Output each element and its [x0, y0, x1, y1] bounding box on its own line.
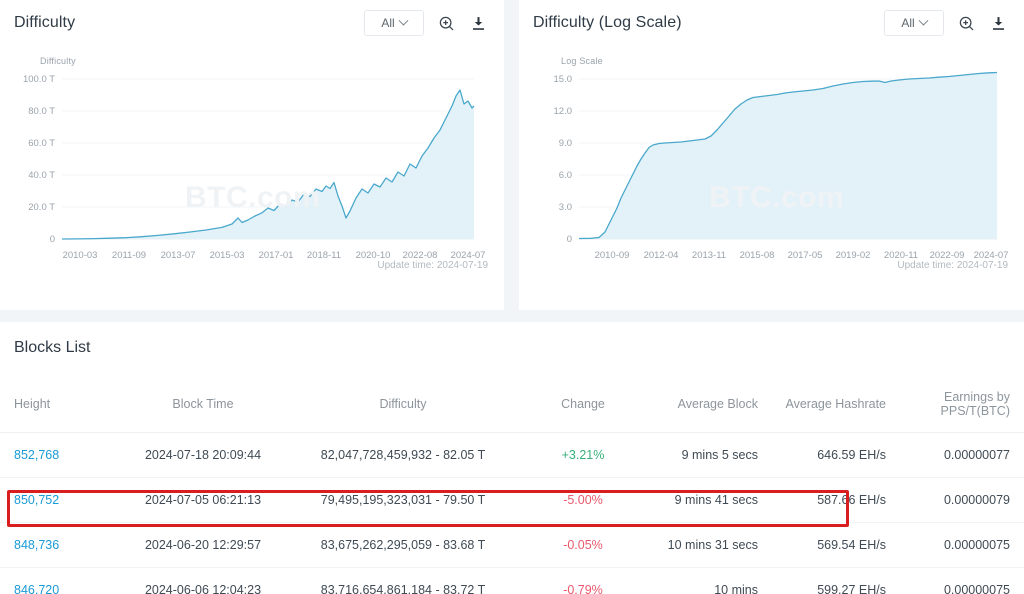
- update-time: Update time: 2024-07-19: [377, 260, 488, 271]
- download-icon[interactable]: [468, 13, 488, 33]
- svg-text:2013-11: 2013-11: [692, 250, 726, 261]
- earnings-cell: 0.00000075: [886, 522, 1024, 568]
- svg-text:2019-02: 2019-02: [836, 250, 871, 261]
- block-height-link[interactable]: 850,752: [14, 493, 59, 507]
- svg-text:2010-09: 2010-09: [595, 250, 630, 261]
- chart-header: Difficulty All: [0, 0, 504, 46]
- earnings-cell: 0.00000077: [886, 432, 1024, 478]
- svg-text:2010-03: 2010-03: [63, 250, 98, 261]
- average-hashrate-cell: 569.54 EH/s: [758, 522, 886, 568]
- column-header-height: Height: [0, 378, 128, 433]
- chevron-down-icon: [918, 15, 929, 26]
- block-height-link[interactable]: 852,768: [14, 448, 59, 462]
- average-hashrate-cell: 587.66 EH/s: [758, 477, 886, 523]
- difficulty-log-chart-card: Difficulty (Log Scale) All Log Scale BTC…: [519, 0, 1024, 310]
- change-cell: -0.79%: [563, 583, 603, 594]
- change-cell: -5.00%: [528, 477, 638, 523]
- chart-header-log: Difficulty (Log Scale) All: [519, 0, 1024, 46]
- svg-text:2015-08: 2015-08: [740, 250, 775, 261]
- table-row[interactable]: 848,736 2024-06-20 12:29:57 83,675,262,2…: [0, 522, 1024, 568]
- table-row[interactable]: 850,752 2024-07-05 06:21:13 79,495,195,3…: [0, 477, 1024, 523]
- column-header-average-hashrate: Average Hashrate: [758, 378, 886, 433]
- svg-text:2011-09: 2011-09: [112, 250, 146, 261]
- blocks-list-title: Blocks List: [14, 339, 91, 356]
- table-row[interactable]: 846,720 2024-06-06 12:04:23 83,716,654,8…: [0, 568, 1024, 594]
- earnings-cell: 0.00000075: [943, 583, 1010, 594]
- zoom-in-icon[interactable]: [956, 13, 976, 33]
- range-select-all[interactable]: All: [364, 10, 424, 36]
- difficulty-chart-svg: 100.0 T 80.0 T 60.0 T 40.0 T 20.0 T 0 20…: [23, 74, 485, 261]
- chevron-down-icon: [398, 15, 409, 26]
- svg-text:6.0: 6.0: [559, 170, 572, 181]
- column-header-average-block: Average Block: [638, 378, 758, 433]
- chart-toolbar-log: All: [884, 10, 1008, 36]
- svg-text:3.0: 3.0: [559, 202, 572, 213]
- svg-text:2018-11: 2018-11: [307, 250, 341, 261]
- average-block-cell: 9 mins 5 secs: [638, 432, 758, 478]
- earnings-cell: 0.00000079: [886, 477, 1024, 523]
- range-select-all-log[interactable]: All: [884, 10, 944, 36]
- difficulty-cell: 83,675,262,295,059 - 83.68 T: [278, 522, 528, 568]
- difficulty-cell: 83,716,654,861,184 - 83.72 T: [320, 583, 486, 594]
- svg-text:2013-07: 2013-07: [161, 250, 196, 261]
- block-time-cell: 2024-06-06 12:04:23: [144, 583, 262, 594]
- svg-text:80.0 T: 80.0 T: [28, 106, 55, 117]
- difficulty-cell: 82,047,728,459,932 - 82.05 T: [278, 432, 528, 478]
- y-axis-title: Difficulty: [40, 56, 76, 66]
- change-cell: +3.21%: [528, 432, 638, 478]
- svg-text:0: 0: [50, 234, 55, 245]
- difficulty-plot: Difficulty BTC.com 100.0 T 80.0 T 60.0 T…: [0, 46, 504, 281]
- average-block-cell: 9 mins 41 secs: [638, 477, 758, 523]
- column-header-earnings: Earnings by PPS/T(BTC): [886, 378, 1024, 433]
- blocks-list-card: Blocks List Height Block Time Difficulty…: [0, 322, 1024, 594]
- average-block-cell: 10 mins: [714, 583, 758, 594]
- svg-text:60.0 T: 60.0 T: [28, 138, 55, 149]
- svg-text:20.0 T: 20.0 T: [28, 202, 55, 213]
- average-hashrate-cell: 599.27 EH/s: [817, 583, 886, 594]
- table-row[interactable]: 852,768 2024-07-18 20:09:44 82,047,728,4…: [0, 432, 1024, 478]
- y-axis-title-log: Log Scale: [561, 56, 603, 66]
- svg-text:15.0: 15.0: [554, 74, 573, 85]
- column-header-difficulty: Difficulty: [278, 378, 528, 433]
- zoom-in-icon[interactable]: [436, 13, 456, 33]
- svg-text:2017-01: 2017-01: [259, 250, 294, 261]
- update-time-log: Update time: 2024-07-19: [897, 260, 1008, 271]
- difficulty-chart-card: Difficulty All Difficulty BTC.com 100.0 …: [0, 0, 504, 310]
- svg-text:2017-05: 2017-05: [788, 250, 823, 261]
- svg-text:100.0 T: 100.0 T: [23, 74, 55, 85]
- svg-text:12.0: 12.0: [554, 106, 573, 117]
- page-title-log: Difficulty (Log Scale): [533, 14, 682, 31]
- page-title: Difficulty: [14, 14, 76, 31]
- svg-text:2015-03: 2015-03: [210, 250, 245, 261]
- svg-text:2012-04: 2012-04: [644, 250, 679, 261]
- block-time-cell: 2024-07-05 06:21:13: [128, 477, 278, 523]
- table-header-row: Height Block Time Difficulty Change Aver…: [0, 378, 1024, 433]
- charts-row: Difficulty All Difficulty BTC.com 100.0 …: [0, 0, 1024, 310]
- svg-text:0: 0: [567, 234, 572, 245]
- blocks-table: Height Block Time Difficulty Change Aver…: [0, 378, 1024, 594]
- blocks-table-wrapper: Height Block Time Difficulty Change Aver…: [0, 378, 1024, 594]
- difficulty-log-plot: Log Scale BTC.com 15.0 12.0 9.0 6.0 3.0 …: [519, 46, 1024, 281]
- range-select-label-log: All: [901, 16, 915, 30]
- column-header-block-time: Block Time: [128, 378, 278, 433]
- difficulty-cell: 79,495,195,323,031 - 79.50 T: [278, 477, 528, 523]
- average-hashrate-cell: 646.59 EH/s: [758, 432, 886, 478]
- svg-text:40.0 T: 40.0 T: [28, 170, 55, 181]
- change-cell: -0.05%: [528, 522, 638, 568]
- block-height-link[interactable]: 846,720: [14, 583, 59, 594]
- difficulty-log-chart-svg: 15.0 12.0 9.0 6.0 3.0 0 2010-09 2012-04 …: [554, 71, 1008, 261]
- download-icon[interactable]: [988, 13, 1008, 33]
- svg-text:9.0: 9.0: [559, 138, 572, 149]
- range-select-label: All: [381, 16, 395, 30]
- block-time-cell: 2024-07-18 20:09:44: [128, 432, 278, 478]
- block-time-cell: 2024-06-20 12:29:57: [128, 522, 278, 568]
- column-header-change: Change: [528, 378, 638, 433]
- block-height-link[interactable]: 848,736: [14, 538, 59, 552]
- difficulty-dashboard: Difficulty All Difficulty BTC.com 100.0 …: [0, 0, 1024, 594]
- average-block-cell: 10 mins 31 secs: [638, 522, 758, 568]
- chart-toolbar: All: [364, 10, 488, 36]
